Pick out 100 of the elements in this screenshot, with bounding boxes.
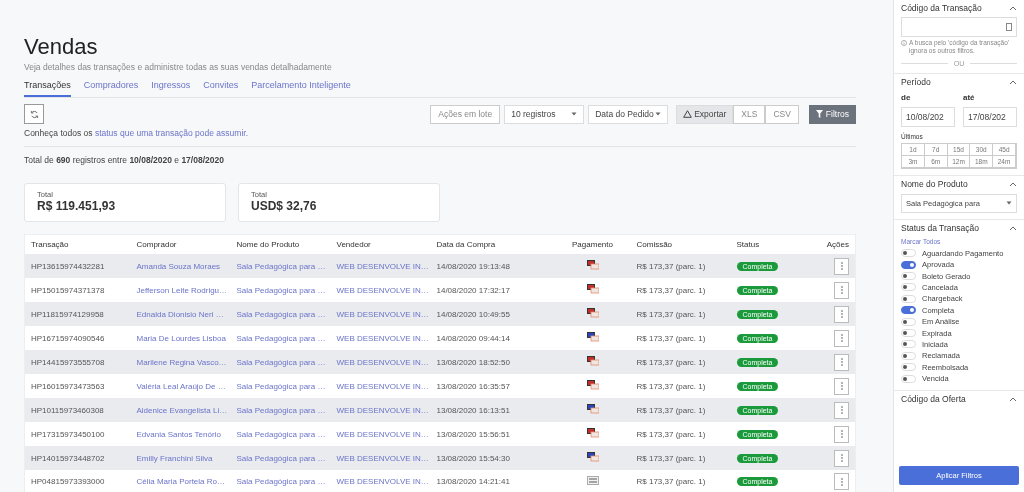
tab[interactable]: Ingressos — [151, 78, 191, 97]
tab[interactable]: Transações — [24, 78, 71, 97]
kebab-icon — [840, 286, 843, 294]
credit-card-icon — [586, 428, 599, 438]
status-link[interactable]: status que uma transação pode assumir. — [94, 128, 248, 138]
tab[interactable]: Compradores — [83, 78, 139, 97]
table-link[interactable]: Sala Pedagógica para … — [230, 398, 331, 422]
kebab-icon — [840, 430, 843, 438]
table-cell: R$ 173,37 (parc. 1) — [630, 302, 731, 326]
table-link[interactable]: Jefferson Leite Rodrigu… — [130, 278, 231, 302]
table-cell: HP04815973393000 — [24, 470, 131, 492]
page-size-select[interactable]: 10 registros — [504, 104, 585, 124]
table-cell: R$ 173,37 (parc. 1) — [630, 326, 731, 350]
kebab-icon — [840, 382, 843, 390]
credit-card-icon — [586, 380, 599, 390]
table-cell: HP16015973473563 — [24, 374, 131, 398]
table-link[interactable]: Emilly Franchini Silva — [130, 446, 231, 470]
chevron-up-icon[interactable] — [1009, 78, 1017, 85]
table-link[interactable]: Sala Pedagógica para … — [230, 302, 331, 326]
table-cell: R$ 173,37 (parc. 1) — [630, 278, 731, 302]
table-link[interactable]: WEB DESENVOLVE IN… — [330, 470, 431, 492]
column-header: Ações — [810, 234, 856, 254]
table-link[interactable]: WEB DESENVOLVE IN… — [330, 278, 431, 302]
table-cell: 14/08/2020 10:49:55 — [430, 302, 555, 326]
table-link[interactable]: WEB DESENVOLVE IN… — [330, 446, 431, 470]
table-link[interactable]: WEB DESENVOLVE IN… — [330, 350, 431, 374]
to-label: até — [963, 92, 976, 102]
column-header: Nome do Produto — [230, 234, 331, 254]
table-link[interactable]: WEB DESENVOLVE IN… — [330, 326, 431, 350]
tab[interactable]: Parcelamento Inteligente — [251, 78, 351, 97]
kebab-icon — [840, 262, 843, 270]
table-link[interactable]: Valéria Leal Araújo De … — [130, 374, 231, 398]
from-label: de — [901, 92, 912, 102]
table-link[interactable]: Célia Maria Portela Ro… — [130, 470, 231, 492]
total-value: R$ 119.451,93 — [37, 199, 117, 213]
table-link[interactable]: Sala Pedagógica para … — [230, 254, 331, 278]
table-link[interactable]: Marilene Regina Vasco… — [130, 350, 231, 374]
table-cell: R$ 173,37 (parc. 1) — [630, 446, 731, 470]
table-link[interactable]: Sala Pedagógica para … — [230, 278, 331, 302]
refresh-button[interactable] — [24, 104, 44, 124]
column-header: Transação — [24, 234, 131, 254]
table-cell: 14/08/2020 19:13:48 — [430, 254, 555, 278]
table-cell: R$ 173,37 (parc. 1) — [630, 470, 731, 492]
section-title: Código da Transação — [901, 3, 982, 13]
kebab-icon — [840, 454, 843, 462]
section-title: Status da Transação — [901, 222, 979, 233]
table-cell: HP14015973448702 — [24, 446, 131, 470]
table-link[interactable]: Sala Pedagógica para … — [230, 350, 331, 374]
batch-actions-button[interactable]: Ações em lote — [430, 104, 501, 124]
table-link[interactable]: WEB DESENVOLVE IN… — [330, 302, 431, 326]
table-link[interactable]: Aldenice Evangelista Li… — [130, 398, 231, 422]
table-link[interactable]: Ednalda Dionisio Neri … — [130, 302, 231, 326]
chevron-up-icon[interactable] — [1009, 224, 1017, 231]
section-title: Nome do Produto — [901, 178, 968, 189]
credit-card-icon — [586, 284, 599, 294]
table-cell: 14/08/2020 17:32:17 — [430, 278, 555, 302]
credit-card-icon — [586, 452, 599, 462]
chevron-up-icon[interactable] — [1009, 396, 1017, 403]
date-type-select[interactable]: Data do Pedido — [588, 104, 669, 124]
table-cell: R$ 173,37 (parc. 1) — [630, 422, 731, 446]
toggle-switch[interactable] — [901, 260, 916, 269]
status-info-text: Conheça todos os status que uma transação pode assumir. — [24, 128, 856, 147]
transaction-code-field[interactable] — [901, 17, 1017, 37]
table-link[interactable]: WEB DESENVOLVE IN… — [330, 398, 431, 422]
section-title: Período — [901, 76, 931, 87]
credit-card-icon — [586, 332, 599, 342]
export-format-button[interactable]: CSV — [765, 104, 799, 124]
credit-card-icon — [586, 356, 599, 366]
table-link[interactable]: Amanda Souza Moraes — [130, 254, 231, 278]
table-cell: R$ 173,37 (parc. 1) — [630, 254, 731, 278]
chevron-up-icon[interactable] — [1009, 5, 1017, 11]
table-cell: R$ 173,37 (parc. 1) — [630, 398, 731, 422]
table-link[interactable]: WEB DESENVOLVE IN… — [330, 422, 431, 446]
toggle-switch[interactable] — [901, 306, 916, 315]
table-link[interactable]: Maria De Lourdes Lisboa — [130, 326, 231, 350]
table-link[interactable]: Sala Pedagógica para … — [230, 470, 331, 492]
total-value: USD$ 32,76 — [251, 199, 318, 213]
export-format-button[interactable]: XLS — [733, 104, 766, 124]
table-link[interactable]: Edvania Santos Tenório — [130, 422, 231, 446]
to-date-field[interactable]: 17/08/202 — [963, 106, 1017, 127]
filters-button[interactable]: Filtros — [808, 104, 856, 124]
tab[interactable]: Convites — [203, 78, 239, 97]
warning-icon — [683, 110, 693, 118]
column-header: Status — [730, 234, 811, 254]
column-header: Data da Compra — [430, 234, 555, 254]
table-link[interactable]: WEB DESENVOLVE IN… — [330, 254, 431, 278]
table-cell: 13/08/2020 18:52:50 — [430, 350, 555, 374]
table-link[interactable]: Sala Pedagógica para … — [230, 422, 331, 446]
caret-down-icon — [1006, 201, 1012, 206]
table-cell: 13/08/2020 15:54:30 — [430, 446, 555, 470]
table-cell: HP17315973450100 — [24, 422, 131, 446]
table-link[interactable]: WEB DESENVOLVE IN… — [330, 374, 431, 398]
filter-icon — [815, 110, 823, 118]
from-date-field[interactable]: 10/08/202 — [901, 106, 955, 127]
table-link[interactable]: Sala Pedagógica para … — [230, 374, 331, 398]
chevron-up-icon[interactable] — [1009, 180, 1017, 187]
info-icon — [901, 40, 907, 46]
table-link[interactable]: Sala Pedagógica para … — [230, 326, 331, 350]
page-subtitle: Veja detalhes das transações e administre todas as suas vendas detalhadamente — [24, 62, 333, 72]
table-link[interactable]: Sala Pedagógica para … — [230, 446, 331, 470]
